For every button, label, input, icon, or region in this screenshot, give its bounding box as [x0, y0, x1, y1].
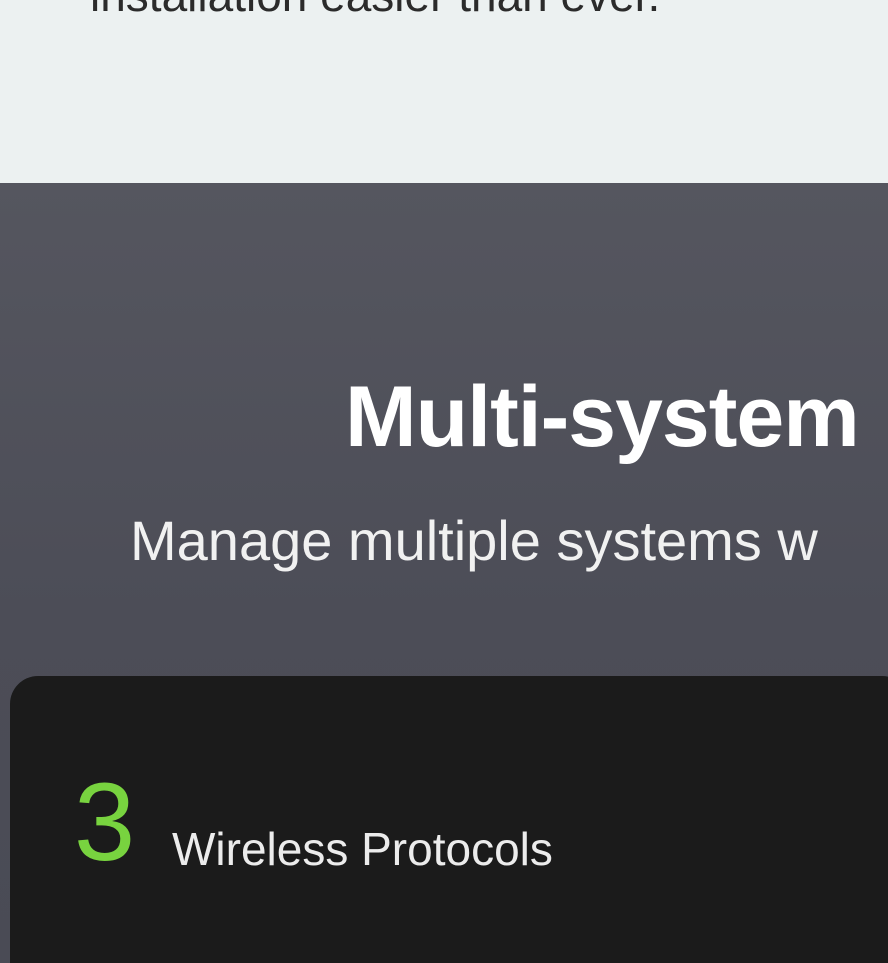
intro-section: installation easier than ever. — [0, 0, 888, 183]
stat-number: 3 — [74, 761, 136, 884]
stat-label: Wireless Protocols — [172, 823, 553, 875]
stat-card: 3 Wireless Protocols — [10, 676, 888, 963]
multi-system-section: Multi-system Manage multiple systems w 3… — [0, 183, 888, 963]
section-title: Multi-system — [345, 369, 860, 465]
intro-text: installation easier than ever. — [90, 0, 660, 22]
page: installation easier than ever. Multi-sys… — [0, 0, 888, 963]
section-subtitle: Manage multiple systems w — [130, 509, 818, 572]
